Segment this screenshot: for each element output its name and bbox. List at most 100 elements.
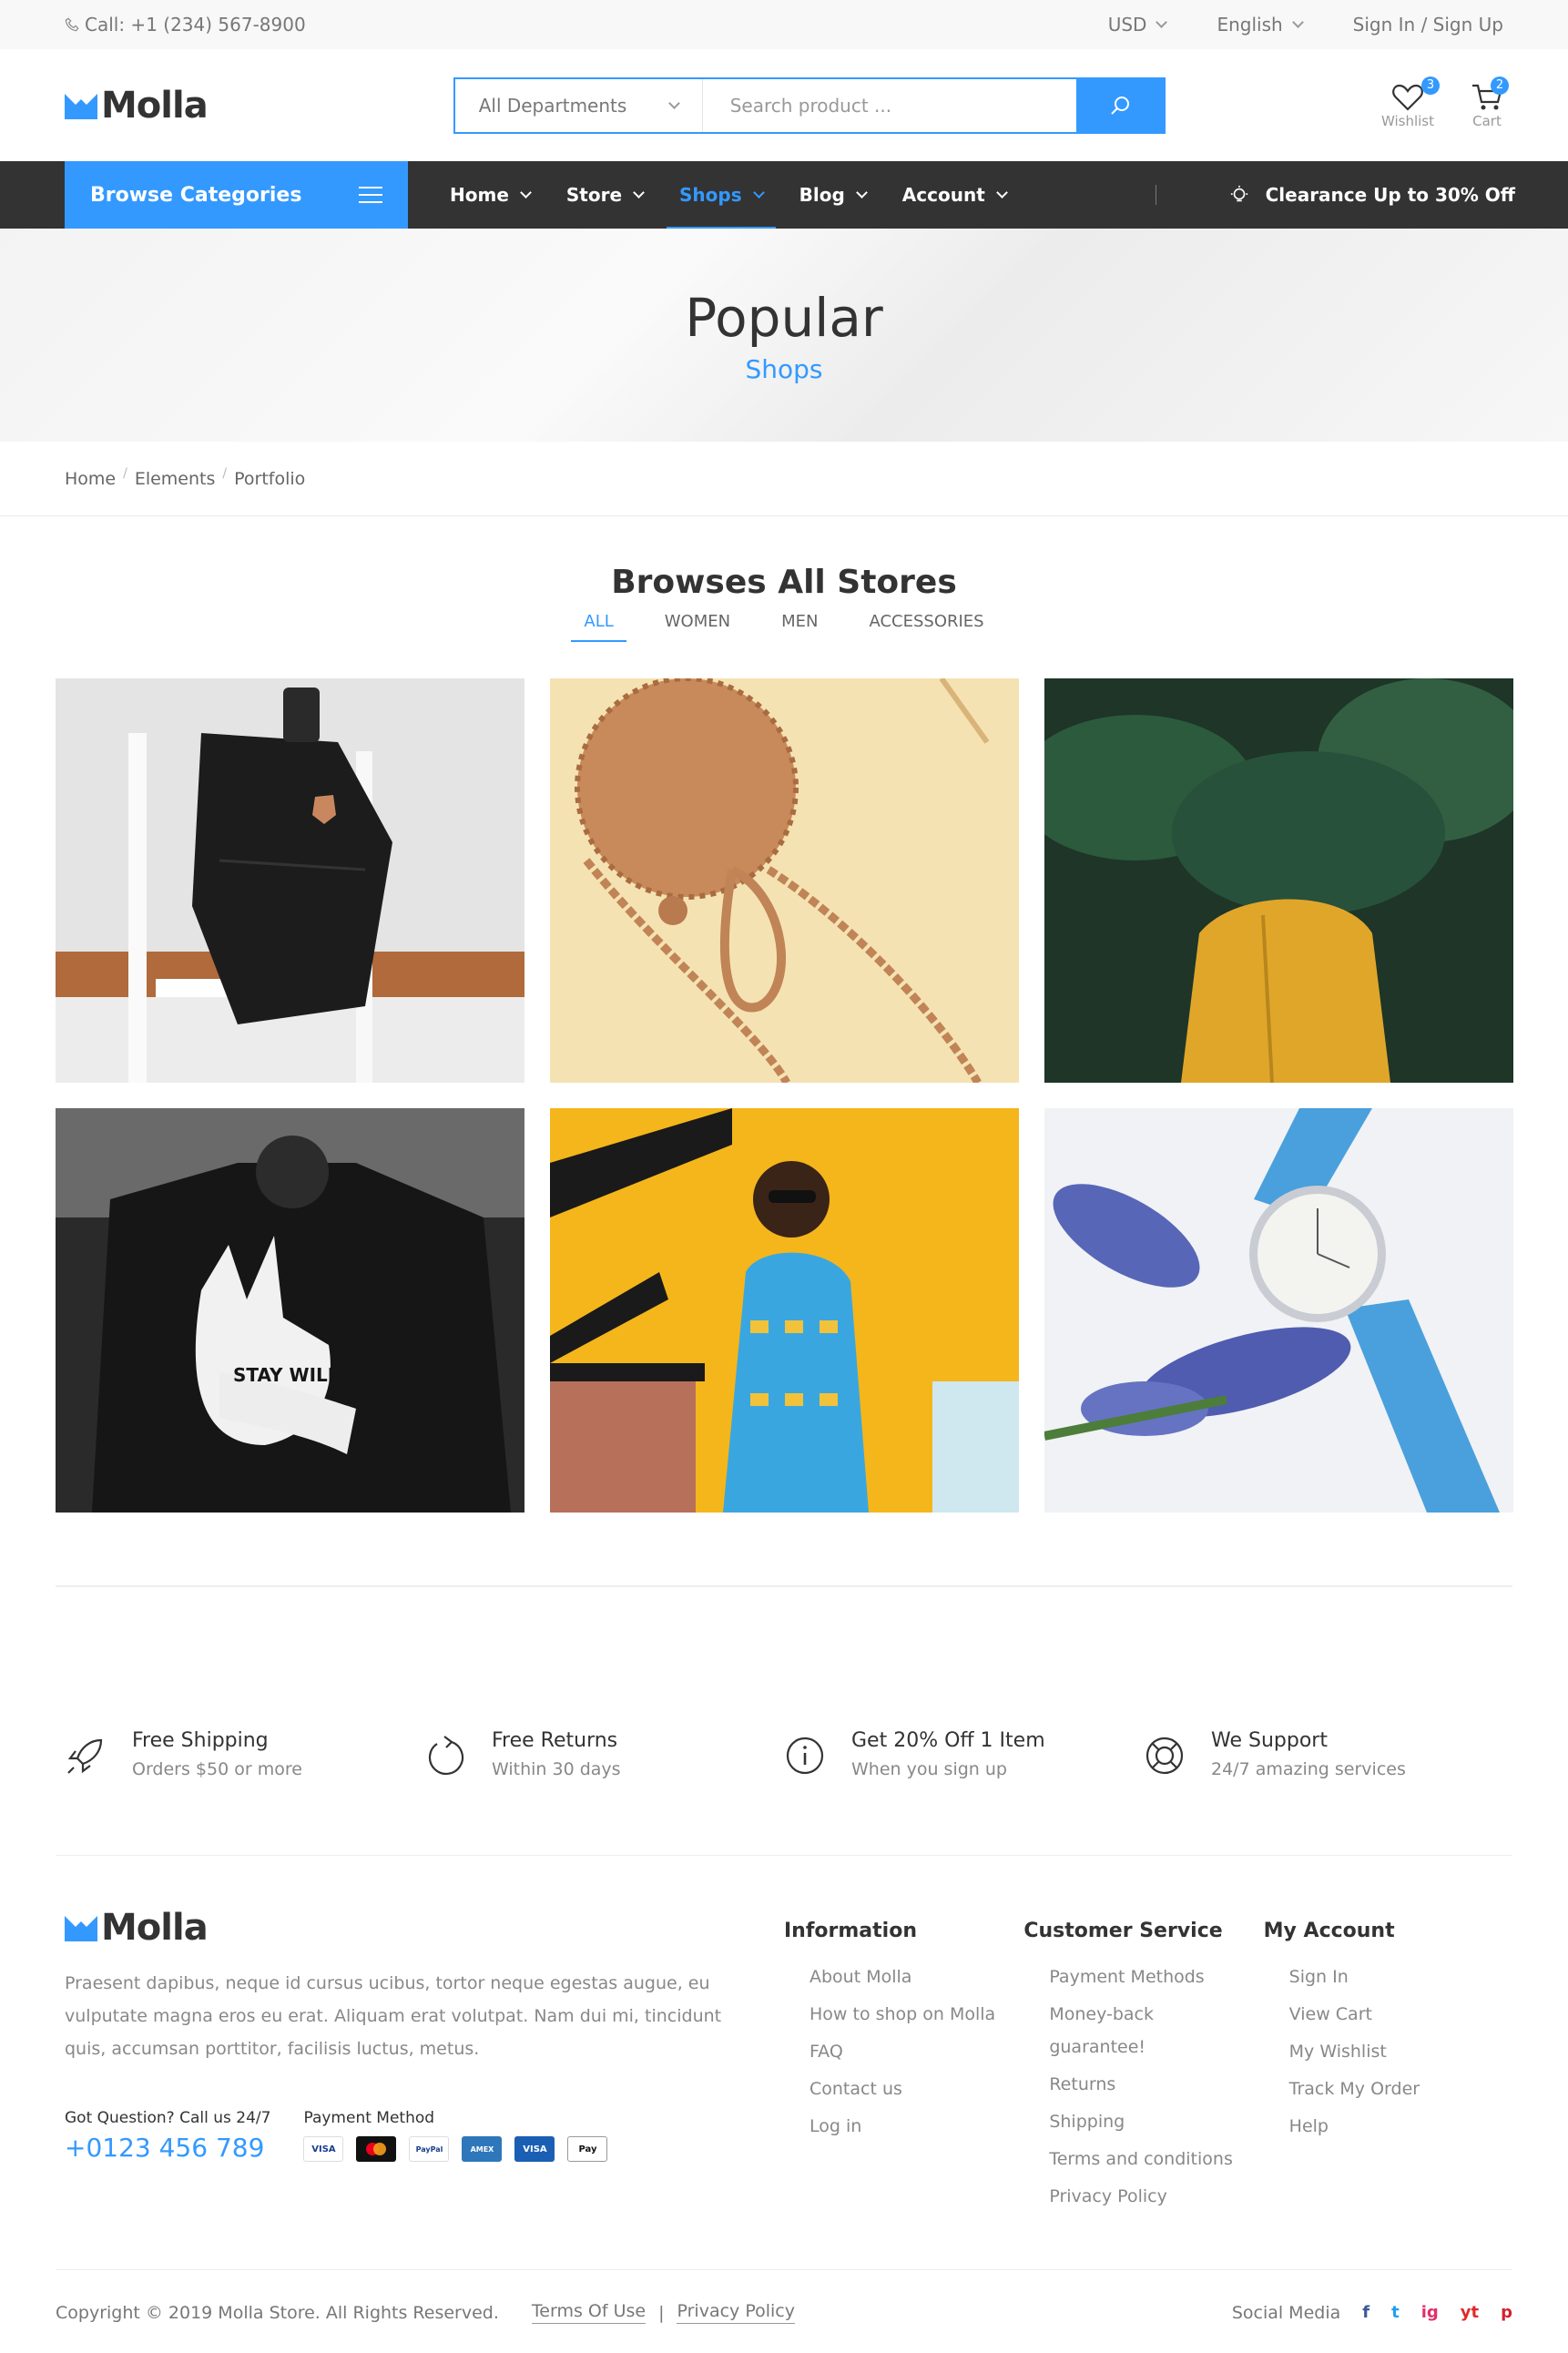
nav-label: Account	[901, 184, 985, 206]
amex-icon: AMEX	[462, 2136, 503, 2162]
logo-text: Molla	[101, 1907, 209, 1949]
nav-item-home[interactable]: Home	[437, 161, 543, 229]
filter-women[interactable]: WOMEN	[652, 612, 743, 642]
footer-link[interactable]: Terms and conditions	[1049, 2143, 1263, 2175]
store-tile-monstera-jacket[interactable]	[1044, 678, 1513, 1083]
footer-link[interactable]: How to shop on Molla	[809, 1998, 1023, 2031]
footer-link[interactable]: Contact us	[809, 2073, 1023, 2105]
payment-methods: VISA PayPal AMEX VISA Pay	[303, 2136, 608, 2162]
nav-item-account[interactable]: Account	[890, 161, 1019, 229]
footer-link[interactable]: FAQ	[809, 2035, 1023, 2068]
feature-title: Free Returns	[492, 1729, 618, 1752]
cart-label: Cart	[1472, 112, 1502, 129]
apple-pay-icon: Pay	[567, 2136, 608, 2162]
chevron-down-icon	[995, 187, 1008, 199]
nav-item-blog[interactable]: Blog	[787, 161, 879, 229]
footer-link[interactable]: Sign In	[1289, 1961, 1503, 1993]
visa-icon: VISA	[303, 2136, 344, 2162]
search-icon	[1110, 96, 1129, 115]
logo[interactable]: Molla	[65, 84, 209, 127]
department-select[interactable]: All Departments	[455, 78, 703, 132]
top-bar: Call: +1 (234) 567-8900 USD English Sign…	[0, 0, 1568, 49]
breadcrumb-separator: /	[123, 465, 127, 481]
filter-all[interactable]: ALL	[571, 612, 626, 642]
brick-wall-image	[549, 1108, 1019, 1513]
chevron-down-icon	[667, 97, 680, 109]
facebook-icon[interactable]: f	[1362, 2303, 1369, 2322]
chevron-down-icon	[1291, 16, 1304, 28]
logo-text: Molla	[101, 84, 209, 127]
footer-link[interactable]: Privacy Policy	[1049, 2180, 1263, 2213]
footer-link[interactable]: My Wishlist	[1289, 2035, 1503, 2068]
footer-link[interactable]: About Molla	[809, 1961, 1023, 1993]
store-tile-backpack[interactable]	[55, 678, 524, 1083]
feature-desc: When you sign up	[851, 1759, 1007, 1779]
instagram-icon[interactable]: ig	[1421, 2303, 1439, 2322]
currency-dropdown[interactable]: USD	[1107, 14, 1168, 36]
clearance-promo[interactable]: Clearance Up to 30% Off	[1229, 184, 1515, 206]
nav-item-store[interactable]: Store	[554, 161, 656, 229]
browse-categories-button[interactable]: Browse Categories	[65, 161, 408, 229]
breadcrumb: Home / Elements / Portfolio	[0, 442, 1568, 516]
features-bar: Free Shipping Orders $50 or more Free Ret…	[0, 1587, 1568, 1855]
filter-men[interactable]: MEN	[769, 612, 830, 642]
footer-link[interactable]: View Cart	[1289, 1998, 1503, 2031]
language-dropdown[interactable]: English	[1217, 14, 1304, 36]
wishlist-button[interactable]: 3 Wishlist	[1381, 76, 1440, 129]
footer-link[interactable]: Help	[1289, 2110, 1503, 2143]
breadcrumb-home[interactable]: Home	[65, 469, 116, 489]
breadcrumb-current: Portfolio	[234, 468, 306, 489]
store-tile-woven-bag[interactable]	[549, 678, 1019, 1083]
search-form: All Departments	[453, 76, 1166, 134]
footer-col-information: Information About Molla How to shop on M…	[784, 1907, 1023, 2269]
privacy-link[interactable]: Privacy Policy	[677, 2301, 795, 2324]
monstera-image	[1044, 678, 1513, 1083]
chevron-down-icon	[633, 187, 645, 199]
search-input[interactable]	[702, 78, 1076, 132]
wishlist-count: 3	[1421, 76, 1440, 95]
watch-image	[1044, 1108, 1513, 1513]
feature-title: Get 20% Off 1 Item	[851, 1729, 1045, 1752]
footer-link[interactable]: Track My Order	[1289, 2073, 1503, 2105]
youtube-icon[interactable]: yt	[1461, 2303, 1479, 2322]
footer-col-my-account: My Account Sign In View Cart My Wishlist…	[1264, 1907, 1503, 2269]
nav-label: Store	[565, 184, 623, 206]
sign-in-link[interactable]: Sign In / Sign Up	[1353, 14, 1503, 36]
phone-icon	[65, 17, 79, 32]
store-tile-stay-wild-tee[interactable]: STAY WILD	[55, 1108, 524, 1513]
cart-button[interactable]: 2 Cart	[1471, 76, 1509, 129]
breadcrumb-elements[interactable]: Elements	[135, 469, 216, 489]
search-button[interactable]	[1075, 78, 1164, 132]
twitter-icon[interactable]: t	[1391, 2303, 1400, 2322]
store-tile-brick-wall-model[interactable]	[549, 1108, 1019, 1513]
page-subtitle: Shops	[745, 353, 823, 384]
feature-free-returns: Free Returns Within 30 days	[424, 1729, 784, 1855]
footer-phone-link[interactable]: +0123 456 789	[65, 2133, 270, 2163]
footer-link[interactable]: Returns	[1049, 2068, 1263, 2101]
footer-link[interactable]: Payment Methods	[1049, 1961, 1263, 1993]
feature-desc: Within 30 days	[492, 1759, 621, 1779]
heart-icon	[1392, 84, 1423, 111]
section-title: Browses All Stores	[611, 564, 957, 601]
feature-desc: Orders $50 or more	[132, 1759, 302, 1779]
chevron-down-icon	[855, 187, 868, 199]
nav-item-shops[interactable]: Shops	[667, 161, 776, 229]
feature-support: We Support 24/7 amazing services	[1144, 1729, 1503, 1855]
store-tile-watch-flowers[interactable]	[1044, 1108, 1513, 1513]
footer-col-customer-service: Customer Service Payment Methods Money-b…	[1023, 1907, 1263, 2269]
footer-link[interactable]: Money-back guarantee!	[1049, 1998, 1186, 2063]
promo-text: Clearance Up to 30% Off	[1265, 184, 1515, 206]
footer-logo[interactable]: Molla	[65, 1907, 784, 1949]
store-grid: STAY WILD	[55, 678, 1513, 1513]
footer-link[interactable]: Shipping	[1049, 2105, 1263, 2138]
currency-label: USD	[1107, 14, 1147, 36]
cart-count: 2	[1491, 76, 1509, 95]
footer-link[interactable]: Log in	[809, 2110, 1023, 2143]
backpack-image	[55, 678, 524, 1083]
filter-accessories[interactable]: ACCESSORIES	[856, 612, 996, 642]
pinterest-icon[interactable]: p	[1501, 2303, 1512, 2322]
call-info: Call: +1 (234) 567-8900	[65, 14, 306, 36]
breadcrumb-separator: /	[222, 465, 228, 481]
chevron-down-icon	[520, 187, 532, 199]
terms-link[interactable]: Terms Of Use	[531, 2301, 647, 2324]
